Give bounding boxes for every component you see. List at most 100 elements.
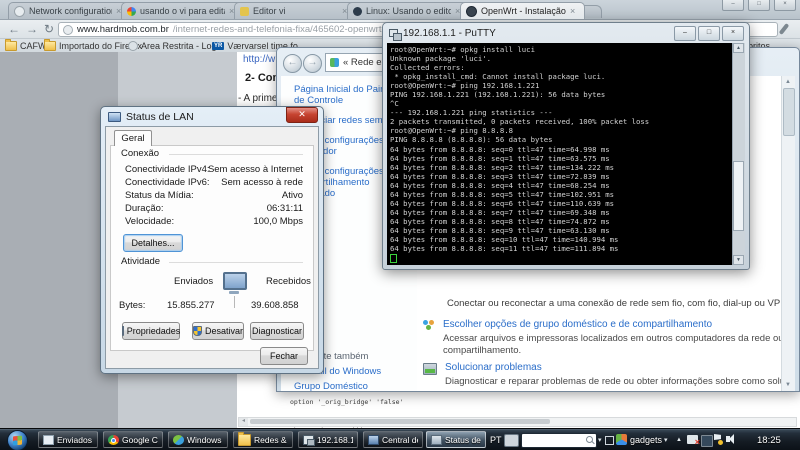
computer-icon	[223, 272, 247, 294]
speaker-icon[interactable]	[726, 434, 734, 444]
chevron-down-icon[interactable]: ▾	[664, 436, 668, 444]
taskbar-item-putty[interactable]: 192.168.1.1 ...	[298, 431, 358, 448]
desktop-peek-icon[interactable]	[605, 436, 614, 445]
disable-button[interactable]: Desativar	[192, 322, 244, 340]
putty-icon	[389, 29, 402, 41]
close-icon[interactable]: ✕	[286, 107, 318, 123]
nav-back-icon[interactable]: ←	[283, 54, 302, 73]
chevron-down-icon[interactable]: ▾	[598, 436, 602, 444]
close-icon[interactable]: ×	[774, 0, 796, 11]
minimize-icon[interactable]: –	[674, 26, 696, 41]
tab-linux-editor[interactable]: Linux: Usando o editor de	[347, 2, 470, 19]
tab-favicon	[353, 6, 362, 16]
connection-group-label: Conexão	[121, 148, 164, 159]
explorer-scrollbar[interactable]: ▲ ▼	[781, 76, 795, 391]
status-row-speed: Velocidade: 100,0 Mbps	[125, 216, 303, 228]
taskbar: Enviados - ... Google Ch... Windows Li..…	[0, 428, 800, 450]
putty-icon	[303, 434, 315, 446]
taskbar-item-chrome[interactable]: Google Ch...	[103, 431, 163, 448]
taskbar-item-label: Windows Li...	[187, 434, 223, 445]
scrollbar-thumb[interactable]	[250, 419, 550, 424]
desktop: Network configuration - O usando o vi pa…	[0, 0, 800, 450]
status-row-ipv6: Conectividade IPv6: Sem acesso à rede	[125, 177, 303, 189]
dialog-title: Status de LAN	[126, 110, 194, 123]
scrollbar-thumb[interactable]	[733, 161, 744, 231]
details-button[interactable]: Detalhes...	[123, 234, 183, 252]
terminal-line: --- 192.168.1.221 ping statistics ---	[390, 108, 553, 118]
taskbar-item-label: 192.168.1.1 ...	[317, 434, 353, 445]
gadgets-label[interactable]: gadgets	[630, 435, 662, 445]
taskbar-item-enviados[interactable]: Enviados - ...	[38, 431, 98, 448]
code-line: option '_orig_bridge' 'false'	[290, 397, 404, 406]
troubleshoot-link[interactable]: Solucionar problemas	[445, 362, 795, 373]
diagnose-button-label: Diagnosticar	[251, 326, 303, 336]
taskbar-item-lan-status[interactable]: Status de L...	[426, 431, 486, 448]
tab-title: Editor vi	[253, 6, 286, 16]
back-icon[interactable]: ←	[8, 21, 20, 37]
sidebar-item-homegroup[interactable]: Grupo Doméstico	[294, 381, 404, 391]
network-error-icon[interactable]	[687, 435, 700, 447]
scrollbar-thumb[interactable]	[783, 88, 795, 136]
tab-editor-vi[interactable]: Editor vi	[234, 2, 357, 19]
nav-forward-icon[interactable]: →	[303, 54, 322, 73]
tab-title: usando o vi para editar te	[140, 6, 225, 16]
wrench-menu-icon[interactable]	[778, 23, 790, 35]
properties-button[interactable]: Propriedades	[121, 322, 180, 340]
taskbar-item-network-center[interactable]: Central de ...	[363, 431, 423, 448]
scroll-down-icon[interactable]: ▼	[733, 255, 744, 265]
tab-vi-search[interactable]: usando o vi para editar te	[121, 2, 244, 19]
scroll-down-icon[interactable]: ▼	[783, 380, 793, 390]
tab-network-configuration[interactable]: Network configuration - O	[8, 2, 131, 19]
close-icon[interactable]: ×	[722, 26, 744, 41]
task-troubleshoot: Solucionar problemas Diagnosticar e repa…	[423, 362, 795, 388]
taskbar-clock[interactable]: 18:25	[757, 435, 781, 446]
keyboard-icon[interactable]	[504, 434, 519, 447]
terminal-line: 2 packets transmitted, 0 packets receive…	[390, 117, 650, 127]
status-row-ipv4: Conectividade IPv4: Sem acesso à Interne…	[125, 164, 303, 176]
row-label: Conectividade IPv4:	[125, 164, 210, 175]
gadgets-icon[interactable]	[616, 434, 627, 445]
horizontal-scrollbar[interactable]	[238, 417, 797, 427]
bookmark-folder-cafw[interactable]: CAFW	[5, 38, 47, 51]
reload-icon[interactable]: ↻	[44, 21, 54, 37]
page-icon[interactable]	[63, 24, 73, 35]
row-label: Velocidade:	[125, 216, 175, 227]
taskbar-search-box[interactable]	[521, 433, 597, 448]
tray-expand-icon[interactable]: ▲	[676, 437, 682, 443]
tab-close-icon[interactable]	[570, 7, 579, 16]
scroll-up-icon[interactable]: ▲	[783, 77, 793, 87]
search-input[interactable]	[523, 435, 585, 446]
tray-app-icon[interactable]	[701, 435, 713, 447]
bookmark-area-restrita[interactable]: Area Restrita - Login	[128, 40, 224, 51]
taskbar-item-label: Google Ch...	[122, 434, 158, 445]
taskbar-item-label: Central de ...	[382, 434, 418, 445]
uac-shield-icon	[193, 326, 202, 336]
diagnose-button[interactable]: Diagnosticar	[250, 322, 304, 340]
terminal-line: 64 bytes from 8.8.8.8: seq=6 ttl=47 time…	[390, 198, 615, 208]
language-indicator[interactable]: PT	[490, 435, 502, 445]
bytes-label: Bytes:	[119, 300, 146, 311]
bookmark-label: CAFW	[20, 40, 47, 51]
putty-scrollbar[interactable]: ▲ ▼	[732, 43, 745, 265]
scroll-left-icon[interactable]	[239, 418, 248, 426]
start-button[interactable]	[7, 430, 28, 450]
taskbar-item-redes-folder[interactable]: Redes & Se...	[233, 431, 293, 448]
minimize-icon[interactable]: –	[722, 0, 744, 11]
page-link[interactable]: http://w	[243, 54, 275, 65]
action-center-icon[interactable]	[714, 434, 723, 445]
forward-icon[interactable]: →	[26, 21, 38, 37]
tab-geral[interactable]: Geral	[114, 130, 152, 146]
maximize-icon[interactable]: □	[698, 26, 720, 41]
close-button[interactable]: Fechar	[260, 347, 308, 365]
sent-label: Enviados	[174, 276, 214, 287]
tab-favicon	[240, 6, 249, 16]
homegroup-options-link[interactable]: Escolher opções de grupo doméstico e de …	[443, 319, 795, 330]
row-label: Duração:	[125, 203, 164, 214]
terminal-line: 64 bytes from 8.8.8.8: seq=0 ttl=47 time…	[390, 144, 610, 154]
tab-openwrt-active[interactable]: OpenWrt - Instalação e Co	[460, 2, 585, 19]
terminal-cursor-line	[390, 253, 733, 263]
taskbar-item-windows-live[interactable]: Windows Li...	[168, 431, 228, 448]
scroll-up-icon[interactable]: ▲	[733, 43, 744, 53]
search-icon[interactable]	[586, 436, 593, 443]
maximize-icon[interactable]: □	[748, 0, 770, 11]
